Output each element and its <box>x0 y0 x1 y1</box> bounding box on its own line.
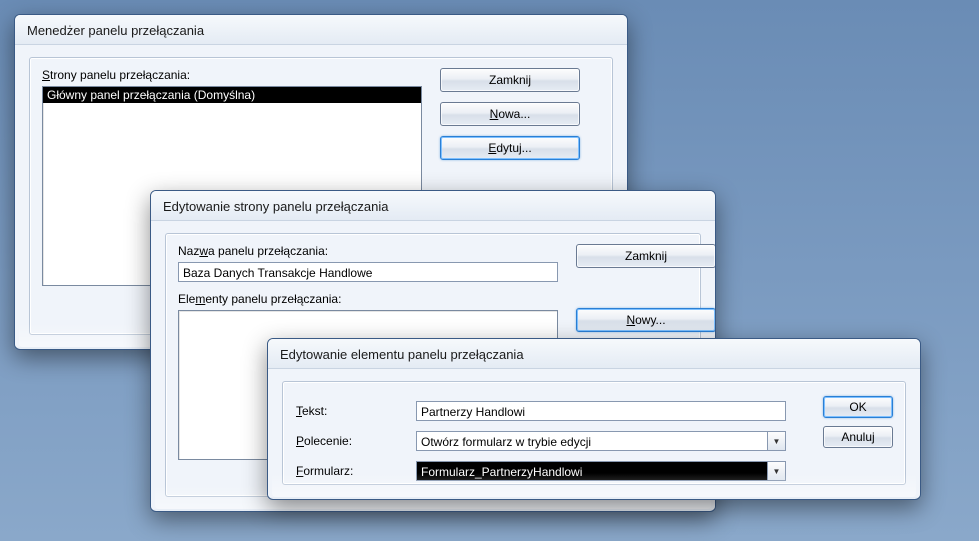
name-label: Nazwa panelu przełączania: Nazwa panelu … <box>178 244 558 258</box>
chevron-down-icon[interactable]: ▼ <box>767 432 785 450</box>
text-input[interactable]: Partnerzy Handlowi <box>416 401 786 421</box>
form-value: Formularz_PartnerzyHandlowi <box>417 462 767 480</box>
edit-page-title: Edytowanie strony panelu przełączania <box>151 191 715 221</box>
list-item[interactable]: Główny panel przełączania (Domyślna) <box>43 87 421 103</box>
edit-item-title: Edytowanie elementu panelu przełączania <box>268 339 920 369</box>
new-button[interactable]: Nowa... Nowa... <box>440 102 580 126</box>
cancel-button[interactable]: Anuluj <box>823 426 893 448</box>
ok-button[interactable]: OK <box>823 396 893 418</box>
text-label: Tekst:Tekst: <box>296 404 327 418</box>
edit-button[interactable]: Edytuj... Edytuj... <box>440 136 580 160</box>
command-value: Otwórz formularz w trybie edycji <box>417 432 767 450</box>
command-label: Polecenie:Polecenie: <box>296 434 352 448</box>
close-button[interactable]: Zamknij <box>440 68 580 92</box>
new-button[interactable]: Nowy... Nowy... <box>576 308 716 332</box>
form-label: Formularz:Formularz: <box>296 464 353 478</box>
chevron-down-icon[interactable]: ▼ <box>767 462 785 480</box>
elements-label: Elementy panelu przełączania: Elementy p… <box>178 292 558 306</box>
command-dropdown[interactable]: Otwórz formularz w trybie edycji ▼ <box>416 431 786 451</box>
edit-switchboard-item-window: Edytowanie elementu panelu przełączania … <box>267 338 921 500</box>
switchboard-manager-title: Menedżer panelu przełączania <box>15 15 627 45</box>
name-input[interactable]: Baza Danych Transakcje Handlowe <box>178 262 558 282</box>
pages-label: SStrony panelu przełączania:trony panelu… <box>42 68 422 82</box>
form-dropdown[interactable]: Formularz_PartnerzyHandlowi ▼ <box>416 461 786 481</box>
close-button[interactable]: Zamknij <box>576 244 716 268</box>
